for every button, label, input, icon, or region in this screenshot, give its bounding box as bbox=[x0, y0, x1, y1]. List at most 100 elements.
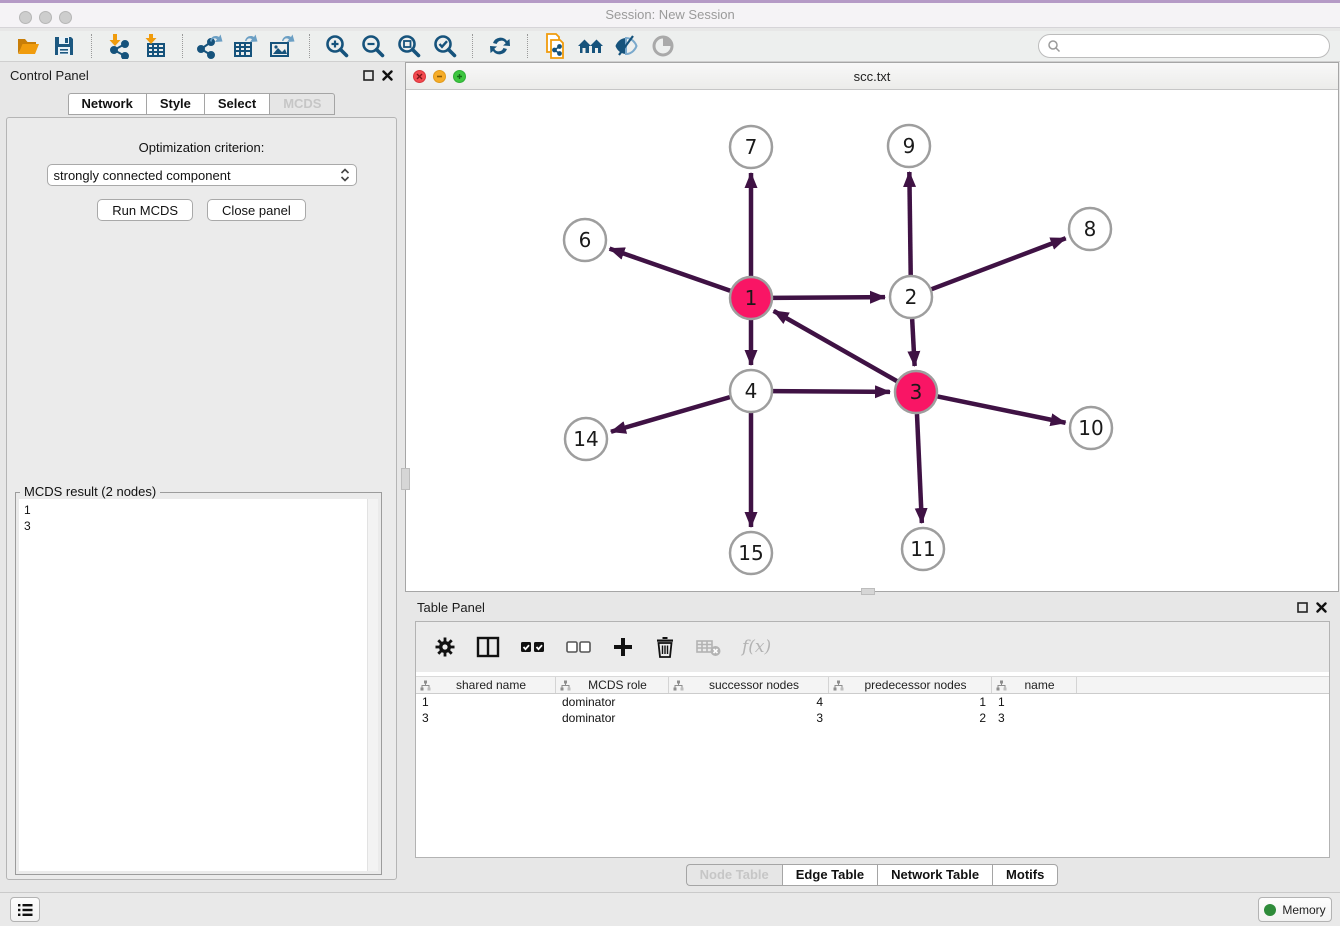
search-input[interactable] bbox=[1061, 39, 1321, 53]
optimization-criterion-label: Optimization criterion: bbox=[7, 140, 396, 155]
tab-motifs[interactable]: Motifs bbox=[992, 864, 1058, 886]
mcds-result-text[interactable]: 1 3 bbox=[19, 499, 378, 871]
export-image-icon[interactable] bbox=[267, 32, 297, 60]
vertical-splitter-grip[interactable] bbox=[401, 468, 410, 490]
column-header-successor-nodes[interactable]: successor nodes bbox=[669, 677, 829, 693]
clone-network-icon[interactable] bbox=[540, 32, 570, 60]
tab-select[interactable]: Select bbox=[204, 93, 269, 115]
float-table-panel-icon[interactable] bbox=[1297, 602, 1308, 613]
tab-edge-table[interactable]: Edge Table bbox=[782, 864, 877, 886]
node-table-container: f(x) shared name MCDS role successor nodes… bbox=[415, 621, 1330, 858]
birds-eye-view-icon[interactable] bbox=[648, 32, 678, 60]
graph-edge-2-8[interactable] bbox=[932, 238, 1066, 289]
tab-mcds[interactable]: MCDS bbox=[269, 93, 335, 115]
tab-network[interactable]: Network bbox=[68, 93, 146, 115]
cell-name[interactable]: 1 bbox=[992, 694, 1077, 710]
table-panel-header: Table Panel bbox=[405, 595, 1339, 619]
table-tabs: Node TableEdge TableNetwork TableMotifs bbox=[405, 864, 1339, 886]
memory-button[interactable]: Memory bbox=[1258, 897, 1332, 922]
cell-MCDS-role[interactable]: dominator bbox=[556, 710, 669, 726]
graph-node-label-3: 3 bbox=[910, 380, 923, 404]
toolbar-separator bbox=[91, 34, 92, 58]
graph-node-label-8: 8 bbox=[1084, 217, 1097, 241]
graph-edge-1-6[interactable] bbox=[610, 249, 731, 291]
delete-table-icon[interactable] bbox=[696, 636, 722, 658]
fit-content-icon[interactable] bbox=[394, 32, 424, 60]
cell-successor-nodes[interactable]: 4 bbox=[669, 694, 829, 710]
graph-edge-4-3[interactable] bbox=[773, 391, 890, 392]
graph-edge-3-10[interactable] bbox=[938, 396, 1066, 422]
delete-column-icon[interactable] bbox=[654, 636, 676, 658]
cell-name[interactable]: 3 bbox=[992, 710, 1077, 726]
table-row[interactable]: 1dominator411 bbox=[416, 694, 1329, 710]
graph-edge-1-2[interactable] bbox=[773, 297, 885, 298]
mcds-result-title: MCDS result (2 nodes) bbox=[20, 484, 160, 499]
graph-node-label-2: 2 bbox=[905, 285, 918, 309]
search-box[interactable] bbox=[1038, 34, 1330, 58]
column-label: shared name bbox=[431, 678, 551, 692]
export-table-icon[interactable] bbox=[231, 32, 261, 60]
float-panel-icon[interactable] bbox=[363, 70, 374, 81]
status-bar: Memory bbox=[0, 892, 1340, 926]
close-panel-button[interactable]: Close panel bbox=[207, 199, 306, 221]
apply-layout-icon[interactable] bbox=[485, 32, 515, 60]
zoom-selected-icon[interactable] bbox=[430, 32, 460, 60]
select-stepper-icon bbox=[340, 167, 350, 183]
graph-edge-2-9[interactable] bbox=[909, 172, 910, 275]
column-label: successor nodes bbox=[684, 678, 824, 692]
table-row[interactable]: 3dominator323 bbox=[416, 710, 1329, 726]
toolbar-separator bbox=[527, 34, 528, 58]
zoom-in-icon[interactable] bbox=[322, 32, 352, 60]
graph-edge-4-14[interactable] bbox=[611, 397, 730, 432]
criterion-select[interactable]: strongly connected component bbox=[47, 164, 357, 186]
task-list-icon bbox=[17, 903, 33, 917]
cell-predecessor-nodes[interactable]: 2 bbox=[829, 710, 992, 726]
function-builder-icon[interactable]: f(x) bbox=[742, 637, 771, 657]
graph-edge-2-3[interactable] bbox=[912, 319, 914, 366]
close-panel-icon[interactable] bbox=[382, 70, 393, 81]
column-header-shared-name[interactable]: shared name bbox=[416, 677, 556, 693]
first-neighbors-icon[interactable] bbox=[576, 32, 606, 60]
network-window-titlebar[interactable]: scc.txt bbox=[406, 63, 1338, 90]
cell-shared-name[interactable]: 1 bbox=[416, 694, 556, 710]
cell-predecessor-nodes[interactable]: 1 bbox=[829, 694, 992, 710]
split-panel-icon[interactable] bbox=[476, 636, 500, 658]
network-canvas[interactable]: 7968124314101511 bbox=[406, 91, 1338, 591]
table-panel-title: Table Panel bbox=[417, 600, 485, 615]
tab-node-table[interactable]: Node Table bbox=[686, 864, 782, 886]
table-options-icon[interactable] bbox=[434, 636, 456, 658]
horizontal-splitter-grip[interactable] bbox=[861, 588, 875, 595]
graphics-details-icon[interactable] bbox=[612, 32, 642, 60]
task-history-button[interactable] bbox=[10, 897, 40, 922]
export-network-icon[interactable] bbox=[195, 32, 225, 60]
import-table-icon[interactable] bbox=[140, 32, 170, 60]
cell-MCDS-role[interactable]: dominator bbox=[556, 694, 669, 710]
table-header-row: shared name MCDS role successor nodes prede… bbox=[416, 676, 1329, 694]
tab-style[interactable]: Style bbox=[146, 93, 204, 115]
graph-edge-3-1[interactable] bbox=[774, 311, 897, 381]
column-header-name[interactable]: name bbox=[992, 677, 1077, 693]
import-network-icon[interactable] bbox=[104, 32, 134, 60]
result-scrollbar[interactable] bbox=[367, 499, 378, 871]
cell-shared-name[interactable]: 3 bbox=[416, 710, 556, 726]
tab-network-table[interactable]: Network Table bbox=[877, 864, 992, 886]
column-header-MCDS-role[interactable]: MCDS role bbox=[556, 677, 669, 693]
add-column-icon[interactable] bbox=[612, 636, 634, 658]
deselect-all-icon[interactable] bbox=[566, 636, 592, 658]
graph-node-label-10: 10 bbox=[1078, 416, 1103, 440]
column-sort-icon bbox=[996, 680, 1007, 691]
window-title: Session: New Session bbox=[0, 7, 1340, 22]
column-header-predecessor-nodes[interactable]: predecessor nodes bbox=[829, 677, 992, 693]
close-table-panel-icon[interactable] bbox=[1316, 602, 1327, 613]
select-all-icon[interactable] bbox=[520, 636, 546, 658]
graph-edge-3-11[interactable] bbox=[917, 414, 922, 523]
zoom-out-icon[interactable] bbox=[358, 32, 388, 60]
open-file-icon[interactable] bbox=[13, 32, 43, 60]
save-icon[interactable] bbox=[49, 32, 79, 60]
cell-successor-nodes[interactable]: 3 bbox=[669, 710, 829, 726]
graph-node-label-6: 6 bbox=[579, 228, 592, 252]
graph-node-label-14: 14 bbox=[573, 427, 598, 451]
column-label: MCDS role bbox=[571, 678, 664, 692]
column-label: predecessor nodes bbox=[844, 678, 987, 692]
run-mcds-button[interactable]: Run MCDS bbox=[97, 199, 193, 221]
